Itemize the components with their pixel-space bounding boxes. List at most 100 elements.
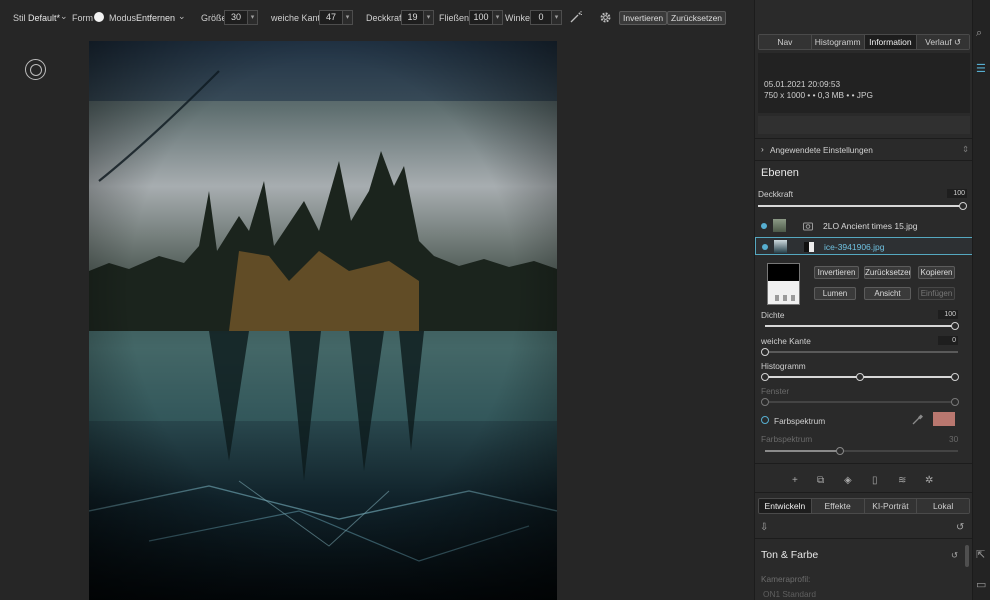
layer-row[interactable]: 2LO Ancient times 15.jpg xyxy=(755,217,973,235)
histogram-high-thumb[interactable] xyxy=(951,373,959,381)
eyedropper-icon[interactable] xyxy=(912,414,923,427)
undo-icon: ↺ xyxy=(953,37,962,47)
color-range-label: Farbspektrum xyxy=(774,416,826,426)
reset-button[interactable]: Zurücksetzen xyxy=(667,11,727,25)
flow-dropdown-arrow[interactable]: ▾ xyxy=(492,10,503,25)
tab-history-label: Verlauf xyxy=(925,37,952,47)
gear-icon[interactable] xyxy=(598,10,613,27)
histogram-low-thumb[interactable] xyxy=(761,373,769,381)
flow-label: Fließen xyxy=(439,13,470,23)
feather-dropdown-arrow[interactable]: ▾ xyxy=(342,10,353,25)
camera-icon xyxy=(803,221,813,231)
panel-scrollbar[interactable] xyxy=(965,545,969,567)
opacity-dropdown-arrow[interactable]: ▾ xyxy=(423,10,434,25)
applied-settings-toggle[interactable]: Angewendete Einstellungen xyxy=(770,145,873,155)
layer-row-selected[interactable]: ice-3941906.jpg xyxy=(755,237,973,255)
tab-history[interactable]: Verlauf ↺ xyxy=(917,35,969,49)
size-input[interactable]: 30 xyxy=(224,10,248,25)
feather-value[interactable]: 0 xyxy=(938,336,958,345)
camera-profile-value[interactable]: ON1 Standard xyxy=(763,589,816,599)
density-thumb[interactable] xyxy=(951,322,959,330)
histogram-mid-thumb[interactable] xyxy=(856,373,864,381)
tone-color-title[interactable]: Ton & Farbe xyxy=(761,549,818,561)
opacity-label: Deckkraft xyxy=(366,13,405,23)
angle-input[interactable]: 0 xyxy=(530,10,552,25)
shape-toggle[interactable] xyxy=(94,12,104,22)
layers-icon[interactable]: ≋ xyxy=(898,475,906,486)
magic-wand-icon[interactable] xyxy=(569,10,583,26)
mask-lumen-button[interactable]: Lumen xyxy=(814,287,856,300)
feather-track[interactable] xyxy=(765,351,958,353)
export-icon[interactable]: ⇱ xyxy=(976,548,985,561)
layer-visibility-dot[interactable] xyxy=(762,244,768,250)
window-track[interactable] xyxy=(765,401,958,403)
mask-paste-button[interactable]: Einfügen xyxy=(918,287,955,300)
photo-canvas[interactable] xyxy=(89,41,557,600)
tab-local[interactable]: Lokal xyxy=(917,499,969,513)
window-low-thumb[interactable] xyxy=(761,398,769,406)
reset-develop-icon[interactable]: ↺ xyxy=(956,522,964,533)
chevron-down-icon[interactable]: ⌄ xyxy=(60,11,68,22)
flow-input[interactable]: 100 xyxy=(469,10,493,25)
mask-invert-button[interactable]: Invertieren xyxy=(814,266,859,279)
feather-thumb[interactable] xyxy=(761,348,769,356)
image-meta: 750 x 1000 • • 0,3 MB • • JPG xyxy=(764,90,873,100)
tab-develop[interactable]: Entwickeln xyxy=(759,499,812,513)
color-range-amount-label: Farbspektrum xyxy=(761,434,813,444)
options-toolbar: Stil Default* ⌄ Form Modus Entfernen ⌄ G… xyxy=(0,0,754,36)
color-range-swatch[interactable] xyxy=(933,412,955,426)
mode-dropdown[interactable]: Entfernen xyxy=(136,13,175,23)
layer-mask-thumbnail[interactable] xyxy=(804,242,814,252)
mask-copy-button[interactable]: Kopieren xyxy=(918,266,955,279)
brush-cursor-icon xyxy=(25,59,46,80)
size-label: Größe xyxy=(201,13,227,23)
camera-profile-label: Kameraprofil: xyxy=(761,574,811,584)
duplicate-layer-icon[interactable]: ⧉ xyxy=(817,475,824,486)
information-box: 05.01.2021 20:09:53 750 x 1000 • • 0,3 M… xyxy=(758,53,970,113)
window-label: Fenster xyxy=(761,386,790,396)
density-value[interactable]: 100 xyxy=(938,310,958,319)
mask-view-button[interactable]: Ansicht xyxy=(864,287,911,300)
chevron-right-icon[interactable]: › xyxy=(761,144,764,154)
add-layer-icon[interactable]: + xyxy=(792,475,798,486)
feather-input[interactable]: 47 xyxy=(319,10,343,25)
layer-opacity-value[interactable]: 100 xyxy=(947,189,967,198)
info-tabs: Nav Histogramm Information Verlauf ↺ xyxy=(758,34,970,50)
tab-effects[interactable]: Effekte xyxy=(811,499,865,513)
layer-opacity-fill xyxy=(758,205,960,207)
tab-histogram[interactable]: Histogramm xyxy=(811,35,865,49)
color-range-amount-value: 30 xyxy=(949,434,959,444)
delete-layer-icon[interactable]: ▯ xyxy=(872,475,878,486)
updown-icon[interactable]: ⇕ xyxy=(962,144,969,154)
mask-reset-button[interactable]: Zurücksetzen xyxy=(864,266,911,279)
histogram-range-label: Histogramm xyxy=(761,361,806,371)
tab-information[interactable]: Information xyxy=(864,35,918,49)
right-panel: Nav Histogramm Information Verlauf ↺ 05.… xyxy=(754,0,973,600)
tone-color-reset-icon[interactable]: ↺ xyxy=(951,550,958,560)
angle-label: Winkel xyxy=(505,13,533,23)
adjustments-icon[interactable]: ☰ xyxy=(976,62,986,75)
layer-thumbnail xyxy=(773,219,786,232)
size-dropdown-arrow[interactable]: ▾ xyxy=(247,10,258,25)
color-range-radio[interactable] xyxy=(761,416,769,424)
chevron-down-icon[interactable]: ⌄ xyxy=(178,11,186,22)
layer-visibility-dot[interactable] xyxy=(761,223,767,229)
tab-nav[interactable]: Nav xyxy=(759,35,812,49)
color-range-amount-thumb[interactable] xyxy=(836,447,844,455)
presets-import-icon[interactable]: ⇩ xyxy=(760,522,768,533)
layer-opacity-thumb[interactable] xyxy=(959,202,967,210)
style-label: Stil xyxy=(13,13,26,23)
search-icon[interactable]: ⌕ xyxy=(976,27,982,40)
layer-settings-icon[interactable]: ✲ xyxy=(925,475,933,486)
window-high-thumb[interactable] xyxy=(951,398,959,406)
fill-mask-icon[interactable]: ◈ xyxy=(844,475,852,486)
style-dropdown[interactable]: Default* xyxy=(28,13,60,23)
angle-dropdown-arrow[interactable]: ▾ xyxy=(551,10,562,25)
invert-button[interactable]: Invertieren xyxy=(619,11,668,25)
tab-ai-portrait[interactable]: KI-Porträt xyxy=(864,499,918,513)
browse-icon[interactable]: ▭ xyxy=(976,578,986,591)
layer-thumbnail xyxy=(774,240,787,253)
feather-label: weiche Kante xyxy=(271,13,326,23)
opacity-input[interactable]: 19 xyxy=(401,10,424,25)
mask-preview xyxy=(767,263,800,305)
